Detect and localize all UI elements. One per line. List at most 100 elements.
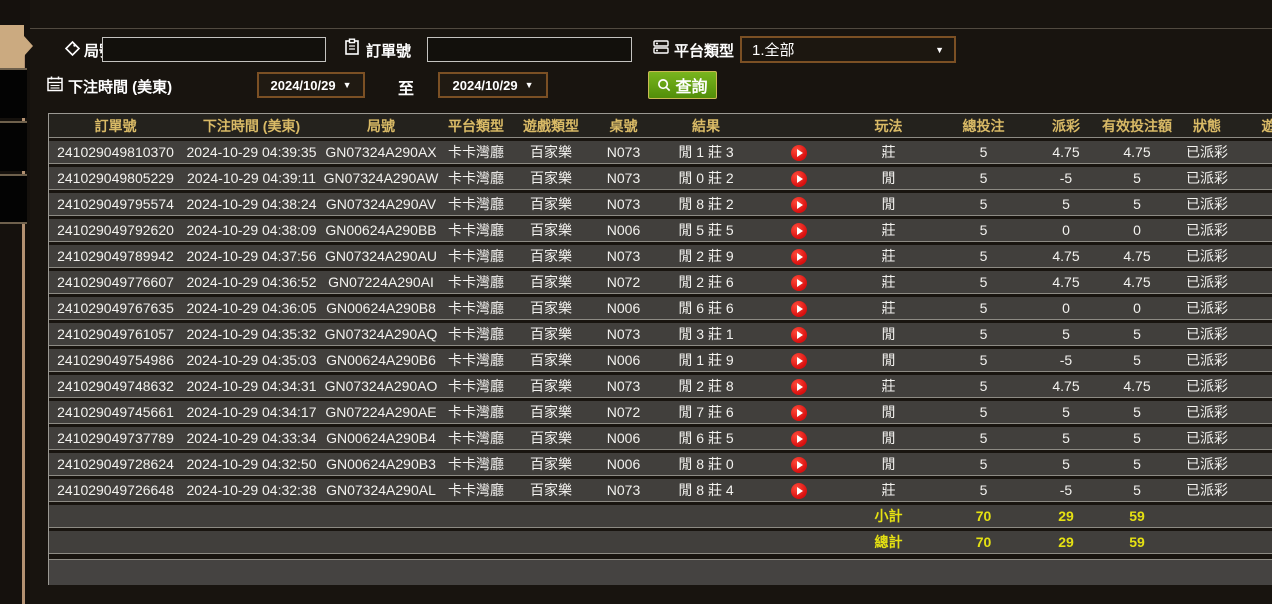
cell-extra (1241, 245, 1272, 268)
replay-button[interactable] (791, 171, 807, 187)
cell-valid_bet: 4.75 (1101, 141, 1173, 164)
cell-play: 閒 (841, 349, 936, 372)
cell-table_no: N006 (591, 349, 656, 372)
cell-table_no: N073 (591, 323, 656, 346)
totals-row: 總計702959 (49, 531, 1272, 554)
cell-order: 241029049805229 (49, 167, 182, 190)
cell-valid_bet: 5 (1101, 479, 1173, 502)
tab-pointer-icon (24, 36, 33, 56)
cell-table_no: N073 (591, 193, 656, 216)
order-label: 訂單號 (366, 40, 411, 61)
date-from-button[interactable]: 2024/10/29▼ (257, 72, 365, 98)
cell-order: 241029049810370 (49, 141, 182, 164)
cell-status: 已派彩 (1173, 141, 1241, 164)
cell-time: 2024-10-29 04:35:03 (182, 349, 321, 372)
cell-play_btn (756, 271, 841, 294)
cell-time: 2024-10-29 04:39:11 (182, 167, 321, 190)
column-header (756, 114, 841, 138)
cell-order: 241029049767635 (49, 297, 182, 320)
cell-time: 2024-10-29 04:34:31 (182, 375, 321, 398)
date-to-button[interactable]: 2024/10/29▼ (438, 72, 548, 98)
replay-button[interactable] (791, 249, 807, 265)
totals-row: 小計702959 (49, 505, 1272, 528)
clipboard-icon (343, 38, 361, 56)
totals-empty-cell (182, 505, 321, 528)
cell-result: 閒 8 莊 2 (656, 193, 756, 216)
cell-order: 241029049789942 (49, 245, 182, 268)
cell-platform: 卡卡灣廳 (441, 479, 511, 502)
totals-empty-cell (321, 531, 441, 554)
table-row: 2410290498103702024-10-29 04:39:35GN0732… (49, 141, 1272, 164)
cell-payout: 5 (1031, 427, 1101, 450)
totals-empty-cell (656, 531, 756, 554)
table-row: 2410290497926202024-10-29 04:38:09GN0062… (49, 219, 1272, 242)
replay-button[interactable] (791, 145, 807, 161)
search-button[interactable]: 查詢 (648, 71, 717, 99)
cell-payout: 5 (1031, 323, 1101, 346)
table-row: 2410290497955742024-10-29 04:38:24GN0732… (49, 193, 1272, 216)
cell-extra (1241, 193, 1272, 216)
order-input[interactable] (427, 37, 632, 62)
cell-status: 已派彩 (1173, 375, 1241, 398)
totals-empty-cell (756, 505, 841, 528)
cell-total_bet: 5 (936, 479, 1031, 502)
cell-status: 已派彩 (1173, 245, 1241, 268)
replay-button[interactable] (791, 223, 807, 239)
cell-result: 閒 1 莊 3 (656, 141, 756, 164)
totals-empty-cell (591, 505, 656, 528)
cell-play: 閒 (841, 167, 936, 190)
cell-payout: 5 (1031, 193, 1101, 216)
replay-button[interactable] (791, 405, 807, 421)
replay-button[interactable] (791, 379, 807, 395)
replay-button[interactable] (791, 197, 807, 213)
column-header: 局號 (321, 114, 441, 138)
cell-round: GN07324A290AV (321, 193, 441, 216)
cell-platform: 卡卡灣廳 (441, 193, 511, 216)
cell-play: 閒 (841, 193, 936, 216)
cell-valid_bet: 5 (1101, 193, 1173, 216)
column-header: 狀態 (1173, 114, 1241, 138)
column-header: 下注時間 (美東) (182, 114, 321, 138)
platform-select[interactable]: 1.全部 ▼ (740, 36, 956, 63)
replay-button[interactable] (791, 301, 807, 317)
cell-platform: 卡卡灣廳 (441, 375, 511, 398)
replay-button[interactable] (791, 431, 807, 447)
cell-platform: 卡卡灣廳 (441, 323, 511, 346)
sidebar-tab-active[interactable] (0, 25, 24, 68)
cell-order: 241029049792620 (49, 219, 182, 242)
replay-button[interactable] (791, 457, 807, 473)
table-row: 2410290497549862024-10-29 04:35:03GN0062… (49, 349, 1272, 372)
bet-history-screen: 局號 訂單號 平台類型 1.全部 ▼ 下注時間 (美東) 2024/10/29▼… (0, 0, 1272, 604)
cell-round: GN00624A290B3 (321, 453, 441, 476)
cell-extra (1241, 219, 1272, 242)
cell-platform: 卡卡灣廳 (441, 401, 511, 424)
cell-game: 百家樂 (511, 323, 591, 346)
cell-time: 2024-10-29 04:38:24 (182, 193, 321, 216)
cell-status: 已派彩 (1173, 323, 1241, 346)
cell-extra (1241, 297, 1272, 320)
replay-button[interactable] (791, 327, 807, 343)
totals-empty-cell (441, 531, 511, 554)
sidebar-tab[interactable] (0, 68, 27, 118)
cell-status: 已派彩 (1173, 271, 1241, 294)
cell-play: 閒 (841, 453, 936, 476)
totals-empty-cell (441, 505, 511, 528)
sidebar-tab[interactable] (0, 174, 27, 224)
sidebar-tab[interactable] (0, 121, 27, 171)
cell-game: 百家樂 (511, 297, 591, 320)
round-input[interactable] (102, 37, 326, 62)
cell-total_bet: 5 (936, 245, 1031, 268)
cell-round: GN07324A290AW (321, 167, 441, 190)
cell-payout: 0 (1031, 297, 1101, 320)
cell-play_btn (756, 141, 841, 164)
cell-time: 2024-10-29 04:32:38 (182, 479, 321, 502)
cell-status: 已派彩 (1173, 453, 1241, 476)
totals-empty-cell (756, 531, 841, 554)
cell-result: 閒 8 莊 0 (656, 453, 756, 476)
replay-button[interactable] (791, 483, 807, 499)
replay-button[interactable] (791, 353, 807, 369)
cell-result: 閒 5 莊 5 (656, 219, 756, 242)
cell-game: 百家樂 (511, 375, 591, 398)
replay-button[interactable] (791, 275, 807, 291)
cell-order: 241029049748632 (49, 375, 182, 398)
